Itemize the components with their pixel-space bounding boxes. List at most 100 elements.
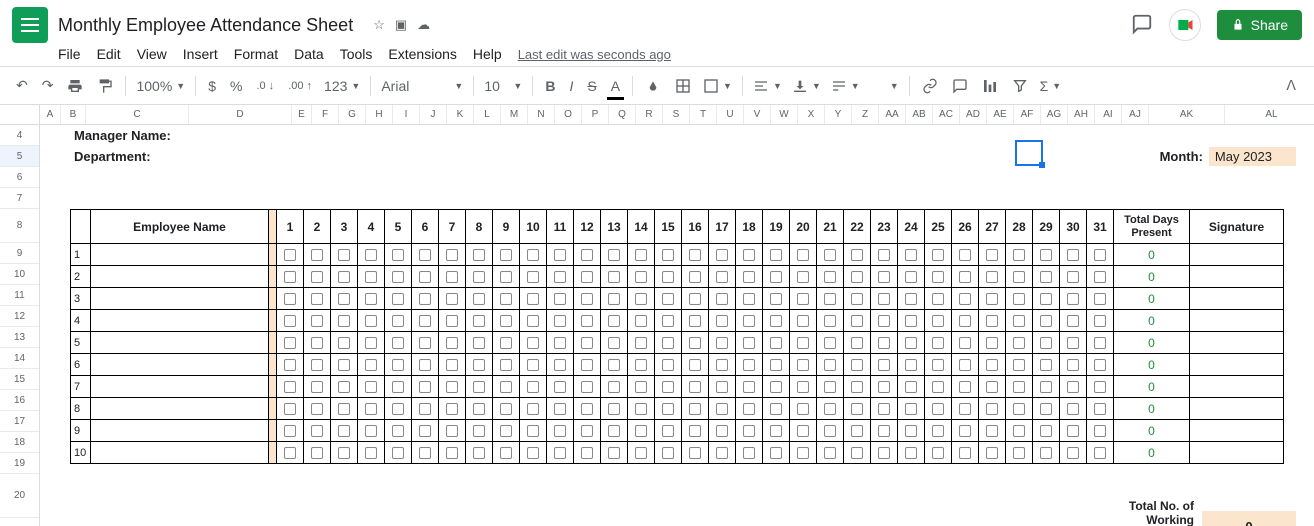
attendance-checkbox-cell[interactable] [493,332,520,354]
column-header[interactable]: V [744,105,771,124]
checkbox-icon[interactable] [743,249,755,261]
checkbox-icon[interactable] [932,315,944,327]
checkbox-icon[interactable] [851,359,863,371]
checkbox-icon[interactable] [311,315,323,327]
checkbox-icon[interactable] [1067,359,1079,371]
checkbox-icon[interactable] [392,359,404,371]
attendance-checkbox-cell[interactable] [925,266,952,288]
checkbox-icon[interactable] [1094,447,1106,459]
checkbox-icon[interactable] [554,271,566,283]
column-header[interactable]: L [474,105,501,124]
checkbox-icon[interactable] [284,271,296,283]
checkbox-icon[interactable] [689,293,701,305]
checkbox-icon[interactable] [1067,249,1079,261]
attendance-checkbox-cell[interactable] [412,442,439,464]
employee-name-cell[interactable] [91,288,269,310]
spreadsheet-grid[interactable]: Manager Name: Department: Month: May 202… [40,125,1314,526]
attendance-checkbox-cell[interactable] [547,288,574,310]
row-header[interactable]: 16 [0,390,39,411]
checkbox-icon[interactable] [905,293,917,305]
attendance-checkbox-cell[interactable] [979,266,1006,288]
checkbox-icon[interactable] [797,359,809,371]
checkbox-icon[interactable] [716,447,728,459]
attendance-checkbox-cell[interactable] [277,398,304,420]
attendance-checkbox-cell[interactable] [547,244,574,266]
checkbox-icon[interactable] [1013,359,1025,371]
checkbox-icon[interactable] [905,271,917,283]
attendance-checkbox-cell[interactable] [655,288,682,310]
checkbox-icon[interactable] [581,337,593,349]
checkbox-icon[interactable] [419,293,431,305]
checkbox-icon[interactable] [662,337,674,349]
attendance-checkbox-cell[interactable] [682,266,709,288]
row-header[interactable]: 4 [0,125,39,146]
attendance-checkbox-cell[interactable] [952,420,979,442]
checkbox-icon[interactable] [311,425,323,437]
attendance-checkbox-cell[interactable] [925,288,952,310]
checkbox-icon[interactable] [473,315,485,327]
checkbox-icon[interactable] [581,315,593,327]
checkbox-icon[interactable] [527,249,539,261]
menu-format[interactable]: Format [234,46,278,62]
checkbox-icon[interactable] [419,359,431,371]
checkbox-icon[interactable] [392,315,404,327]
employee-name-cell[interactable] [91,398,269,420]
checkbox-icon[interactable] [446,403,458,415]
attendance-checkbox-cell[interactable] [682,376,709,398]
attendance-checkbox-cell[interactable] [709,420,736,442]
attendance-checkbox-cell[interactable] [790,398,817,420]
attendance-checkbox-cell[interactable] [871,376,898,398]
checkbox-icon[interactable] [1094,315,1106,327]
row-header[interactable]: 6 [0,167,39,188]
attendance-checkbox-cell[interactable] [1033,332,1060,354]
attendance-checkbox-cell[interactable] [655,442,682,464]
checkbox-icon[interactable] [554,425,566,437]
employee-name-cell[interactable] [91,244,269,266]
attendance-checkbox-cell[interactable] [547,420,574,442]
attendance-checkbox-cell[interactable] [358,244,385,266]
attendance-checkbox-cell[interactable] [655,332,682,354]
attendance-checkbox-cell[interactable] [736,288,763,310]
attendance-checkbox-cell[interactable] [979,376,1006,398]
comments-icon[interactable] [1131,13,1153,38]
attendance-checkbox-cell[interactable] [817,420,844,442]
checkbox-icon[interactable] [365,337,377,349]
attendance-checkbox-cell[interactable] [1006,266,1033,288]
attendance-checkbox-cell[interactable] [898,398,925,420]
attendance-checkbox-cell[interactable] [385,266,412,288]
attendance-checkbox-cell[interactable] [520,442,547,464]
checkbox-icon[interactable] [716,315,728,327]
checkbox-icon[interactable] [500,337,512,349]
attendance-checkbox-cell[interactable] [628,244,655,266]
attendance-checkbox-cell[interactable] [925,442,952,464]
attendance-checkbox-cell[interactable] [277,442,304,464]
checkbox-icon[interactable] [284,403,296,415]
menu-extensions[interactable]: Extensions [388,46,456,62]
attendance-checkbox-cell[interactable] [817,354,844,376]
checkbox-icon[interactable] [1040,359,1052,371]
attendance-checkbox-cell[interactable] [574,376,601,398]
checkbox-icon[interactable] [608,403,620,415]
checkbox-icon[interactable] [311,271,323,283]
attendance-checkbox-cell[interactable] [304,288,331,310]
checkbox-icon[interactable] [986,337,998,349]
move-icon[interactable]: ▣ [395,17,407,33]
checkbox-icon[interactable] [824,249,836,261]
checkbox-icon[interactable] [311,447,323,459]
checkbox-icon[interactable] [716,271,728,283]
checkbox-icon[interactable] [905,425,917,437]
attendance-checkbox-cell[interactable] [709,442,736,464]
checkbox-icon[interactable] [851,337,863,349]
column-header[interactable]: T [690,105,717,124]
attendance-checkbox-cell[interactable] [844,420,871,442]
checkbox-icon[interactable] [878,293,890,305]
signature-cell[interactable] [1190,398,1284,420]
attendance-checkbox-cell[interactable] [790,288,817,310]
attendance-checkbox-cell[interactable] [439,266,466,288]
column-header[interactable]: AL [1225,105,1314,124]
checkbox-icon[interactable] [446,381,458,393]
column-header[interactable]: S [663,105,690,124]
attendance-checkbox-cell[interactable] [358,442,385,464]
attendance-checkbox-cell[interactable] [871,244,898,266]
column-header[interactable]: AI [1095,105,1122,124]
